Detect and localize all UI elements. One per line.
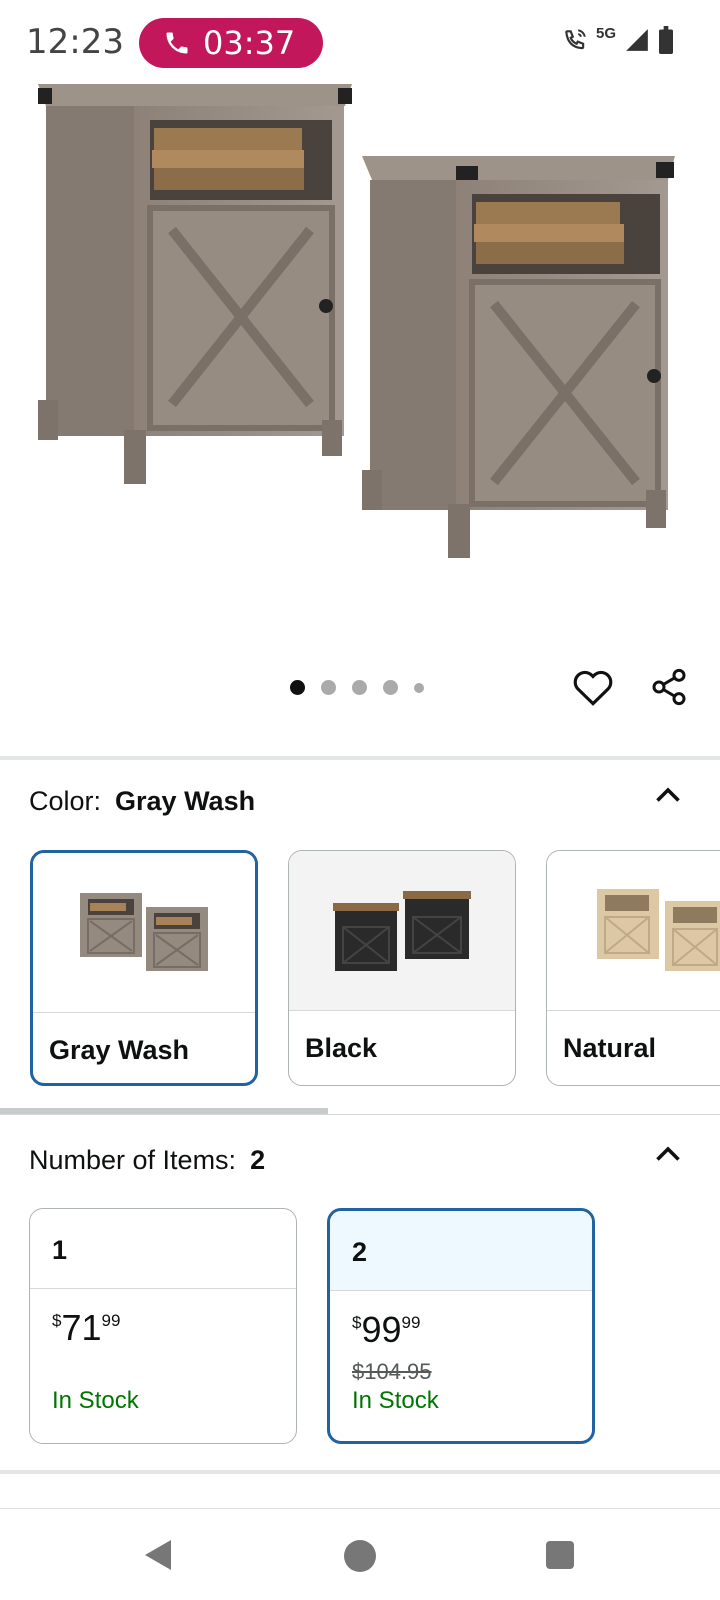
quantity-option-label: 1 [30,1209,296,1289]
signal-icon [626,29,648,51]
gallery-dot-4[interactable] [383,680,398,695]
wifi-calling-icon [565,29,586,50]
section-divider [0,1114,720,1115]
share-icon [652,668,686,706]
color-scroll-indicator [0,1108,328,1114]
product-image [38,84,675,558]
color-option-image [289,851,515,1011]
price-currency: $ [52,1311,62,1330]
color-option-natural[interactable]: Natural [546,850,720,1086]
back-icon[interactable] [143,1538,173,1572]
quantity-option-price: $99 99 [352,1309,592,1351]
status-time: 12:23 [26,22,124,62]
quantity-option-label: 2 [330,1211,592,1291]
items-label: Number of Items: 2 [29,1145,265,1176]
gallery-dot-3[interactable] [352,680,367,695]
price-cents: 99 [401,1313,421,1332]
quantity-option-2[interactable]: 2 $99 99 $104.95 In Stock [327,1208,595,1444]
chevron-up-icon[interactable] [650,1137,686,1173]
gallery-dot-1[interactable] [290,680,305,695]
wishlist-button[interactable] [570,664,616,710]
price-whole: 99 [361,1309,402,1350]
items-selected-value: 2 [250,1145,266,1175]
network-type: 5G [595,24,616,42]
quantity-option-1[interactable]: 1 $71 99 In Stock [29,1208,297,1444]
gallery-dot-5[interactable] [414,682,424,693]
gallery-dot-2[interactable] [321,680,336,695]
color-label: Color: Gray Wash [29,786,255,817]
section-divider [0,756,720,760]
stock-status: In Stock [52,1387,139,1414]
product-image-gallery[interactable] [0,70,720,670]
color-option-image [547,851,720,1011]
color-option-gray-wash[interactable]: Gray Wash [30,850,258,1086]
quantity-option-price: $71 99 [52,1307,296,1349]
phone-call-icon [166,32,188,54]
price-currency: $ [352,1313,362,1332]
share-button[interactable] [646,664,692,710]
call-timer: 03:37 [203,24,296,62]
color-label-text: Color: [29,786,102,816]
chevron-up-icon[interactable] [650,778,686,814]
color-selected-value: Gray Wash [115,786,256,816]
recent-apps-icon[interactable] [546,1541,574,1569]
color-option-name: Natural [563,1033,657,1063]
color-option-name: Black [305,1033,378,1063]
price-whole: 71 [61,1307,102,1348]
section-divider [0,1470,720,1474]
gallery-pagination [290,680,424,695]
system-nav-bar [0,1508,720,1600]
items-label-text: Number of Items: [29,1145,237,1175]
status-icons: 5G [562,24,674,54]
color-option-name: Gray Wash [49,1035,190,1065]
stock-status: In Stock [352,1387,439,1414]
price-cents: 99 [101,1311,121,1330]
ongoing-call-pill[interactable]: 03:37 [139,18,323,68]
color-option-black[interactable]: Black [288,850,516,1086]
list-price: $104.95 [352,1359,432,1384]
home-icon[interactable] [344,1540,376,1572]
battery-icon [659,26,673,54]
color-option-image [33,853,255,1013]
heart-icon [573,670,613,706]
